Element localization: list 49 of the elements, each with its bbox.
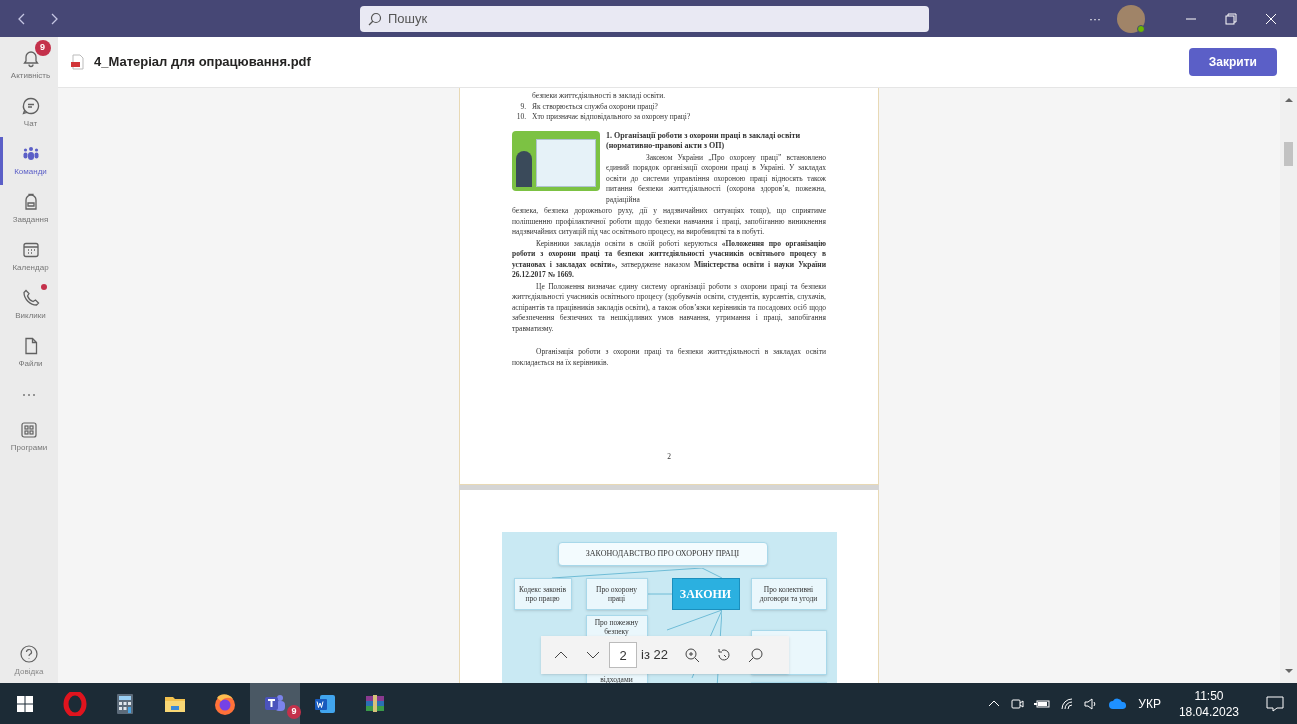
- close-button[interactable]: Закрити: [1188, 48, 1277, 76]
- sidebar-item[interactable]: Завдання: [0, 185, 58, 233]
- sidebar-item[interactable]: Виклики: [0, 281, 58, 329]
- search-icon: [368, 11, 382, 26]
- avatar[interactable]: [1117, 4, 1145, 33]
- help-item[interactable]: Довідка: [0, 639, 58, 683]
- apps-item[interactable]: Програми: [0, 417, 58, 457]
- sidebar-item[interactable]: Чат: [0, 89, 58, 137]
- sidebar-item[interactable]: Календар: [0, 233, 58, 281]
- phone-icon: [20, 288, 41, 308]
- language-indicator[interactable]: УКР: [1138, 694, 1161, 713]
- camera-icon[interactable]: [1010, 696, 1025, 711]
- diagram-center: ЗАКОНИ: [671, 578, 740, 610]
- section-heading: 1. Організації роботи з охорони праці в закладі освіти (нормативно-правові акти з ОП): [606, 130, 801, 152]
- calendar-icon: [20, 240, 41, 260]
- page-total: із 22: [641, 646, 668, 665]
- notification-icon[interactable]: [1265, 693, 1285, 714]
- scroll-thumb[interactable]: [1284, 142, 1293, 166]
- notification-badge: 9: [34, 40, 51, 56]
- search-icon[interactable]: [747, 647, 764, 663]
- page-input[interactable]: 2: [609, 642, 637, 668]
- battery-icon[interactable]: [1034, 697, 1051, 710]
- restore-icon[interactable]: [1225, 12, 1237, 25]
- scrollbar[interactable]: [1280, 88, 1297, 683]
- taskbar-app[interactable]: 9: [250, 683, 300, 724]
- file-name: 4_Матеріал для опрацювання.pdf: [94, 53, 311, 72]
- pdf-file-icon: [70, 54, 86, 70]
- chat-icon: [20, 96, 41, 116]
- fox-globe-icon[interactable]: [213, 691, 237, 716]
- sidebar-item[interactable]: 9 Активність: [0, 41, 58, 89]
- scroll-up-icon[interactable]: [1284, 96, 1293, 104]
- sidebar-item[interactable]: Команди: [0, 137, 58, 185]
- ring-logo-icon[interactable]: [63, 691, 87, 716]
- diagram-title: ЗАКОНОДАВСТВО ПРО ОХОРОНУ ПРАЦІ: [557, 542, 768, 566]
- wifi-icon[interactable]: [1060, 696, 1075, 711]
- grid-icon: [19, 420, 39, 440]
- close-icon[interactable]: [1265, 12, 1277, 25]
- windows-logo-icon[interactable]: [17, 695, 33, 712]
- more-button[interactable]: ···: [1089, 9, 1101, 28]
- clock[interactable]: 11:50 18.04.2023: [1178, 687, 1239, 720]
- zoom-in-icon[interactable]: [683, 647, 700, 663]
- rotate-icon[interactable]: [715, 647, 732, 663]
- sidebar-item[interactable]: Файли: [0, 329, 58, 377]
- cloud-icon[interactable]: [1108, 697, 1129, 710]
- help-icon: [19, 644, 39, 664]
- notification-badge: 9: [287, 705, 301, 719]
- bell-icon: [20, 48, 41, 68]
- scroll-down-icon[interactable]: [1284, 667, 1293, 675]
- search-field[interactable]: Пошук: [360, 5, 929, 32]
